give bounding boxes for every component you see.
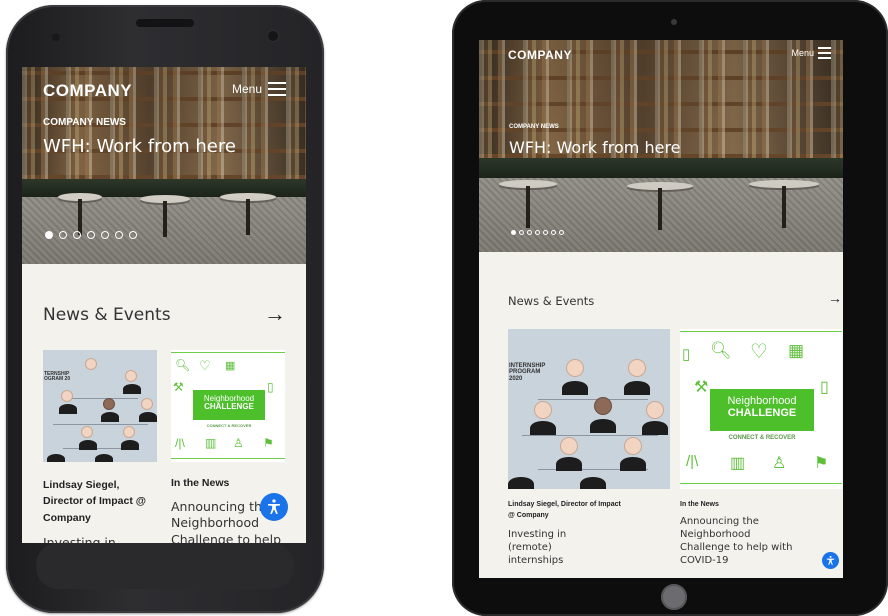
connector-line	[522, 435, 658, 436]
phone-sensor	[52, 33, 60, 41]
calendar-icon: ▦	[788, 341, 805, 360]
connector-line	[63, 398, 138, 399]
card-title[interactable]: Investing in	[43, 535, 158, 543]
challenge-heading-line2: CHALLENGE	[204, 402, 254, 412]
challenge-heading-line1: Neighborhood	[727, 395, 797, 407]
road-icon: /|\	[686, 453, 699, 470]
hero-headline[interactable]: WFH: Work from here	[43, 136, 236, 157]
carousel-dot[interactable]	[527, 230, 532, 235]
tablet-screen: COMPANY Menu COMPANY NEWS WFH: Work from…	[479, 40, 843, 578]
carousel-dot[interactable]	[45, 231, 53, 239]
carousel-dot[interactable]	[519, 230, 524, 235]
challenge-card-image[interactable]: 🔍︎ ♡ ▦ ⚒ ▯ Neighborhood CHALLENGE CONNEC…	[171, 350, 285, 462]
arrow-right-icon[interactable]: →	[828, 290, 842, 306]
connector-line	[53, 424, 148, 425]
heart-icon: ♡	[750, 341, 768, 363]
challenge-card-image[interactable]: 🔍︎ ♡ ▦ ▯ ⚒ ▯ Neighborhood CHALLENGE CONN…	[680, 329, 842, 489]
menu-label: Menu	[791, 47, 814, 58]
divider	[680, 331, 842, 332]
news-section-title: News & Events	[43, 305, 171, 325]
carousel-dot[interactable]	[59, 231, 67, 239]
connector-line	[538, 399, 648, 400]
carousel-dot[interactable]	[87, 231, 95, 239]
phone-icon: ▯	[682, 346, 691, 363]
divider	[171, 458, 285, 459]
signpost-icon: ⚑	[263, 436, 274, 450]
internship-image-label: TERNSHIP OGRAM 20	[44, 371, 71, 383]
carousel-dot[interactable]	[535, 230, 540, 235]
wrench-icon: ⚒	[173, 380, 184, 394]
divider	[680, 483, 842, 484]
carousel-dots	[511, 230, 564, 235]
carousel-dot[interactable]	[551, 230, 556, 235]
tablet-device: COMPANY Menu COMPANY NEWS WFH: Work from…	[452, 0, 888, 616]
accessibility-icon	[268, 499, 280, 515]
person-icon: ♙	[772, 455, 787, 472]
signpost-icon: ⚑	[814, 455, 829, 472]
menu-button[interactable]: Menu	[791, 47, 831, 59]
accessibility-icon	[826, 555, 835, 565]
hero-headline[interactable]: WFH: Work from here	[509, 138, 681, 157]
phone-speaker	[136, 19, 194, 27]
phone-chin	[36, 543, 294, 589]
calendar-icon: ▦	[225, 360, 236, 372]
tablet-camera	[671, 19, 677, 25]
card-author: Lindsay Siegel, Director of Impact @ Com…	[43, 479, 147, 524]
hero-kicker[interactable]: COMPANY NEWS	[509, 124, 559, 130]
carousel-dot[interactable]	[101, 231, 109, 239]
search-icon: 🔍︎	[710, 341, 732, 360]
road-icon: /|\	[175, 436, 185, 450]
challenge-subtitle: CONNECT & RECOVER	[728, 435, 796, 441]
carousel-dot[interactable]	[511, 230, 516, 235]
card-author: Lindsay Siegel, Director of Impact @ Com…	[508, 501, 621, 519]
phone-icon: ▯	[267, 380, 274, 394]
menu-button[interactable]: Menu	[232, 81, 286, 96]
hamburger-icon	[268, 81, 286, 96]
accessibility-button[interactable]	[260, 493, 288, 521]
card-title[interactable]: Investing in (remote) internships	[508, 528, 598, 567]
phone-camera	[268, 31, 278, 41]
carousel-dot[interactable]	[115, 231, 123, 239]
challenge-heading-line2: CHALLENGE	[727, 406, 797, 419]
internship-card-image[interactable]: INTERNSHIP PROGRAM 2020	[508, 329, 670, 489]
device-mockups: COMPANY Menu COMPANY NEWS WFH: Work from…	[0, 0, 888, 616]
hero-kicker[interactable]: COMPANY NEWS	[43, 117, 126, 128]
person-icon: ♙	[233, 436, 244, 450]
challenge-heading: Neighborhood CHALLENGE	[710, 389, 814, 431]
arrow-right-icon[interactable]: →	[264, 301, 286, 327]
hero-carousel[interactable]: COMPANY Menu COMPANY NEWS WFH: Work from…	[22, 67, 306, 264]
carousel-dot[interactable]	[73, 231, 81, 239]
phone-icon: ▯	[820, 379, 829, 396]
divider	[171, 352, 285, 353]
brand-logo[interactable]: COMPANY	[508, 48, 572, 62]
home-button[interactable]	[661, 584, 687, 610]
building-icon: ▥	[205, 436, 217, 450]
accessibility-button[interactable]	[822, 552, 839, 569]
challenge-heading: Neighborhood CHALLENGE	[193, 390, 265, 420]
wrench-icon: ⚒	[694, 379, 709, 396]
carousel-dot[interactable]	[129, 231, 137, 239]
internship-image-label: INTERNSHIP PROGRAM 2020	[509, 363, 546, 382]
carousel-dot[interactable]	[559, 230, 564, 235]
hero-carousel[interactable]: COMPANY Menu COMPANY NEWS WFH: Work from…	[479, 40, 843, 252]
news-section-title: News & Events	[508, 294, 595, 308]
phone-device: COMPANY Menu COMPANY NEWS WFH: Work from…	[6, 5, 324, 613]
card-title[interactable]: Announcing the Neighborhood Challenge to…	[680, 515, 800, 567]
challenge-subtitle: CONNECT & RECOVER	[206, 423, 252, 428]
phone-screen: COMPANY Menu COMPANY NEWS WFH: Work from…	[22, 67, 306, 543]
menu-label: Menu	[231, 81, 262, 96]
hamburger-icon	[818, 47, 831, 59]
internship-card-image[interactable]: TERNSHIP OGRAM 20	[43, 350, 157, 462]
carousel-dots	[45, 231, 137, 239]
brand-logo[interactable]: COMPANY	[43, 81, 132, 101]
card-kicker: In the News	[680, 501, 719, 508]
card-kicker: In the News	[171, 477, 230, 489]
building-icon: ▥	[730, 455, 746, 472]
carousel-dot[interactable]	[543, 230, 548, 235]
heart-icon: ♡	[199, 358, 211, 373]
search-icon: 🔍︎	[175, 358, 191, 372]
